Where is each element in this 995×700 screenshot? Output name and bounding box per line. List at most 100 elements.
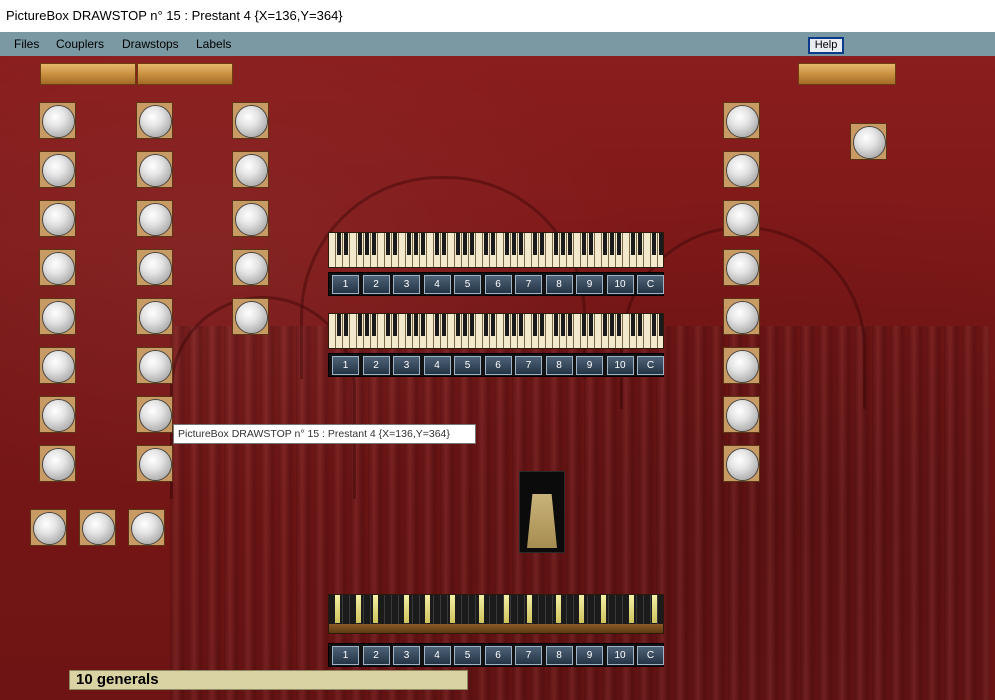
piston-button-4[interactable]: 4 <box>423 356 451 375</box>
pedal-key[interactable] <box>356 595 361 623</box>
piston-button-1[interactable]: 1 <box>332 646 359 665</box>
piston-button-7[interactable]: 7 <box>515 356 542 375</box>
drawstop[interactable] <box>723 200 760 237</box>
black-key[interactable] <box>610 314 614 336</box>
drawstop[interactable] <box>232 200 269 237</box>
black-key[interactable] <box>407 233 411 255</box>
black-key[interactable] <box>442 233 446 255</box>
piston-button-C[interactable]: C <box>637 646 664 665</box>
black-key[interactable] <box>561 233 565 255</box>
piston-button-8[interactable]: 8 <box>545 356 573 375</box>
black-key[interactable] <box>372 314 376 336</box>
black-key[interactable] <box>435 233 439 255</box>
pedal-key[interactable] <box>629 595 634 623</box>
black-key[interactable] <box>456 233 460 255</box>
black-key[interactable] <box>365 314 369 336</box>
black-key[interactable] <box>393 314 397 336</box>
piston-button-9[interactable]: 9 <box>576 646 603 665</box>
black-key[interactable] <box>386 233 390 255</box>
drawstop[interactable] <box>39 298 76 335</box>
piston-button-10[interactable]: 10 <box>606 275 634 294</box>
black-key[interactable] <box>568 314 572 336</box>
black-key[interactable] <box>442 314 446 336</box>
piston-button-7[interactable]: 7 <box>515 275 542 294</box>
drawstop[interactable] <box>723 347 760 384</box>
piston-button-1[interactable]: 1 <box>332 356 359 375</box>
drawstop[interactable] <box>850 123 887 160</box>
black-key[interactable] <box>337 314 341 336</box>
black-key[interactable] <box>512 314 516 336</box>
black-key[interactable] <box>554 314 558 336</box>
piston-button-8[interactable]: 8 <box>545 646 573 665</box>
drawstop[interactable] <box>39 151 76 188</box>
piston-button-10[interactable]: 10 <box>606 356 634 375</box>
drawstop[interactable] <box>136 249 173 286</box>
manual-keyboard-upper[interactable] <box>328 232 664 268</box>
black-key[interactable] <box>505 314 509 336</box>
pedal-key[interactable] <box>601 595 606 623</box>
black-key[interactable] <box>463 314 467 336</box>
drawstop[interactable] <box>39 200 76 237</box>
pedal-key[interactable] <box>450 595 455 623</box>
drawstop[interactable] <box>39 249 76 286</box>
black-key[interactable] <box>533 314 537 336</box>
pedal-key[interactable] <box>527 595 532 623</box>
black-key[interactable] <box>393 233 397 255</box>
black-key[interactable] <box>519 233 523 255</box>
drawstop[interactable] <box>232 298 269 335</box>
piston-button-9[interactable]: 9 <box>576 275 603 294</box>
black-key[interactable] <box>603 314 607 336</box>
black-key[interactable] <box>659 233 663 255</box>
piston-button-8[interactable]: 8 <box>545 275 573 294</box>
drawstop[interactable] <box>39 102 76 139</box>
piston-button-5[interactable]: 5 <box>454 275 481 294</box>
drawstop[interactable] <box>136 200 173 237</box>
black-key[interactable] <box>631 314 635 336</box>
menu-labels[interactable]: Labels <box>196 32 231 56</box>
drawstop[interactable] <box>723 445 760 482</box>
pedalboard[interactable] <box>328 594 664 634</box>
drawstop[interactable] <box>136 151 173 188</box>
black-key[interactable] <box>652 233 656 255</box>
piston-button-7[interactable]: 7 <box>515 646 542 665</box>
drawstop[interactable] <box>723 298 760 335</box>
pedal-key[interactable] <box>579 595 584 623</box>
drawstop[interactable] <box>136 445 173 482</box>
drawstop[interactable] <box>723 249 760 286</box>
black-key[interactable] <box>491 233 495 255</box>
black-key[interactable] <box>631 233 635 255</box>
black-key[interactable] <box>617 314 621 336</box>
piston-button-2[interactable]: 2 <box>362 275 390 294</box>
piston-button-1[interactable]: 1 <box>332 275 359 294</box>
piston-button-C[interactable]: C <box>637 356 664 375</box>
black-key[interactable] <box>365 233 369 255</box>
piston-button-5[interactable]: 5 <box>454 356 481 375</box>
black-key[interactable] <box>358 314 362 336</box>
black-key[interactable] <box>540 233 544 255</box>
drawstop-prestant-4[interactable] <box>136 396 173 433</box>
black-key[interactable] <box>589 314 593 336</box>
drawstop[interactable] <box>232 249 269 286</box>
piston-button-5[interactable]: 5 <box>454 646 481 665</box>
black-key[interactable] <box>638 233 642 255</box>
pedal-key[interactable] <box>373 595 378 623</box>
black-key[interactable] <box>638 314 642 336</box>
drawstop[interactable] <box>232 102 269 139</box>
drawstop[interactable] <box>128 509 165 546</box>
black-key[interactable] <box>372 233 376 255</box>
piston-button-4[interactable]: 4 <box>423 646 451 665</box>
piston-button-3[interactable]: 3 <box>393 356 420 375</box>
piston-button-C[interactable]: C <box>637 275 664 294</box>
pedal-key[interactable] <box>556 595 561 623</box>
black-key[interactable] <box>470 314 474 336</box>
black-key[interactable] <box>435 314 439 336</box>
black-key[interactable] <box>659 314 663 336</box>
black-key[interactable] <box>337 233 341 255</box>
piston-button-3[interactable]: 3 <box>393 275 420 294</box>
black-key[interactable] <box>470 233 474 255</box>
black-key[interactable] <box>484 314 488 336</box>
black-key[interactable] <box>617 233 621 255</box>
drawstop[interactable] <box>723 102 760 139</box>
pedal-key[interactable] <box>425 595 430 623</box>
black-key[interactable] <box>554 233 558 255</box>
